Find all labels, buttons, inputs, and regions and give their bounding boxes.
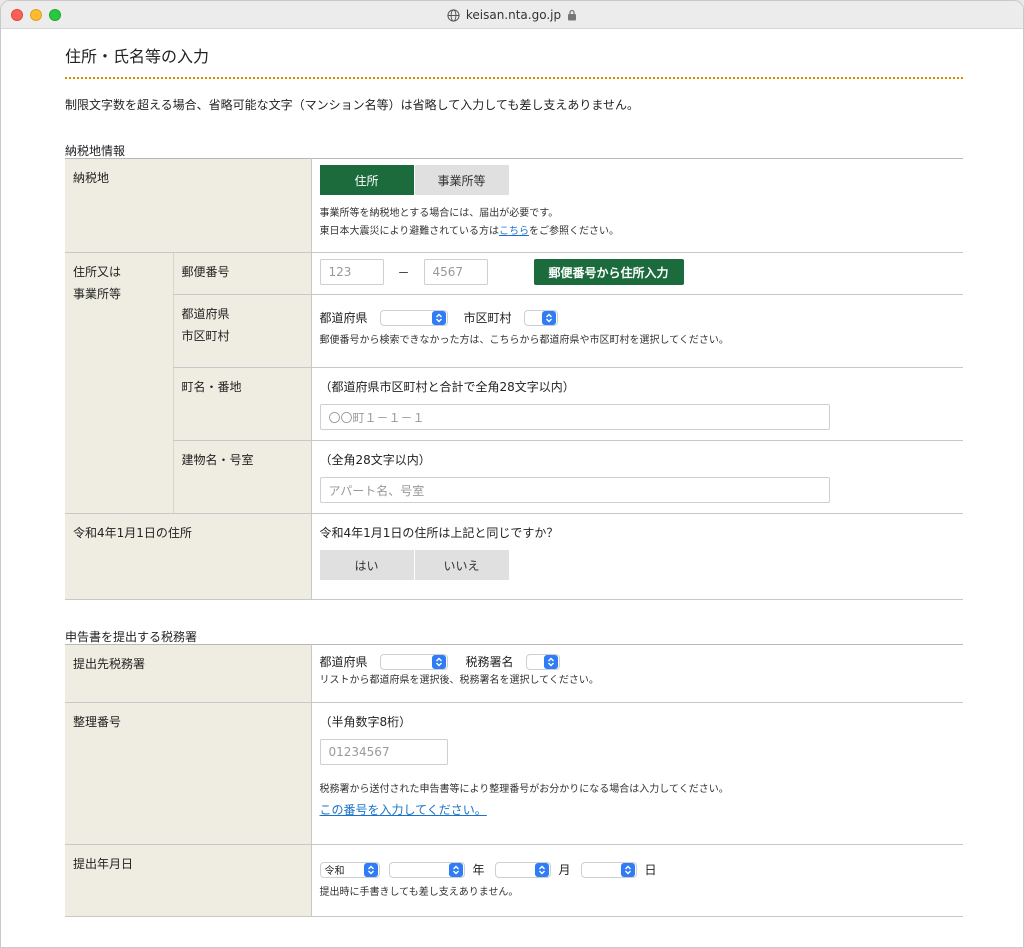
year-select[interactable] — [388, 861, 465, 878]
chevron-updown-icon — [543, 654, 558, 669]
day-select[interactable] — [580, 861, 637, 878]
office-name-label: 税務署名 — [465, 655, 514, 669]
office-name-select[interactable] — [525, 653, 560, 670]
postal-code-first-input[interactable]: 123 — [319, 259, 384, 285]
label-ref-no: 整理番号 — [65, 702, 311, 845]
city-select[interactable] — [523, 309, 558, 326]
ref-no-note: 税務署から送付された申告書等により整理番号がお分かりになる場合は入力してください… — [319, 784, 729, 795]
pref-select[interactable] — [379, 309, 448, 326]
notice-text: 制限文字数を超える場合、省略可能な文字（マンション名等）は省略して入力しても差し… — [65, 98, 639, 112]
pref-select-label: 都道府県 — [319, 311, 368, 325]
building-input[interactable]: アパート名、号室 — [319, 477, 830, 503]
no-button[interactable]: いいえ — [414, 550, 509, 580]
yes-button[interactable]: はい — [319, 550, 414, 580]
url-text: keisan.nta.go.jp — [465, 8, 562, 22]
city-select-label: 市区町村 — [463, 311, 512, 325]
page-title: 住所・氏名等の入力 — [65, 47, 210, 66]
year-unit: 年 — [472, 863, 485, 877]
prev-address-toggle: はい いいえ — [319, 550, 510, 580]
globe-icon — [447, 8, 460, 22]
era-select[interactable]: 令和 — [319, 861, 380, 878]
label-taxoffice: 提出先税務署 — [65, 644, 311, 703]
prev-address-question: 令和4年1月1日の住所は上記と同じですか？ — [319, 526, 559, 540]
month-unit: 月 — [558, 863, 571, 877]
chevron-updown-icon — [620, 862, 635, 877]
label-date: 提出年月日 — [65, 844, 311, 917]
chevron-updown-icon — [363, 862, 378, 877]
date-note: 提出時に手書きしても差し支えありません。 — [319, 887, 519, 898]
label-prefcity: 都道府県 市区町村 — [172, 294, 311, 368]
option-office-button[interactable]: 事業所等 — [414, 165, 509, 195]
lock-icon — [567, 9, 577, 21]
page-content: 住所・氏名等の入力 制限文字数を超える場合、省略可能な文字（マンション名等）は省… — [65, 29, 963, 917]
town-hint: （都道府県市区町村と合計で全角28文字以内） — [319, 380, 575, 394]
taxoffice-table: 提出先税務署 都道府県 税務署名 リストから都道府県を選択後、税務署名を選択して… — [65, 644, 963, 917]
ref-no-link[interactable]: この番号を入力してください。 — [320, 803, 487, 817]
postal-dash: － — [397, 265, 410, 280]
evacuee-note: 東日本大震災により避難されている方はこちらをご参照ください。 — [319, 226, 620, 237]
town-input[interactable]: 〇〇町１－１－１ — [319, 404, 830, 430]
browser-window: keisan.nta.go.jp 住所・氏名等の入力 制限文字数を超える場合、省… — [0, 0, 1024, 948]
chevron-updown-icon — [448, 862, 463, 877]
chevron-updown-icon — [431, 310, 446, 325]
month-select[interactable] — [494, 861, 551, 878]
title-divider — [65, 77, 963, 79]
office-pref-select[interactable] — [379, 653, 448, 670]
day-unit: 日 — [644, 863, 657, 877]
chevron-updown-icon — [431, 654, 446, 669]
building-hint: （全角28文字以内） — [319, 453, 431, 467]
section-label-taxoffice: 申告書を提出する税務署 — [65, 630, 198, 644]
ref-no-input[interactable]: 01234567 — [319, 739, 448, 765]
postal-code-second-input[interactable]: 4567 — [423, 259, 488, 285]
ref-no-hint: （半角数字8桁） — [319, 715, 412, 729]
office-pref-label: 都道府県 — [319, 655, 368, 669]
evacuee-link[interactable]: こちら — [499, 226, 529, 237]
title-bar: keisan.nta.go.jp — [1, 1, 1023, 29]
prefcity-note: 郵便番号から検索できなかった方は、こちらから都道府県や市区町村を選択してください… — [319, 335, 729, 346]
nouzeichi-toggle: 住所 事業所等 — [319, 165, 510, 195]
chevron-updown-icon — [541, 310, 556, 325]
label-address-group: 住所又は 事業所等 — [65, 252, 173, 514]
label-prev-address: 令和4年1月1日の住所 — [65, 513, 311, 600]
postal-lookup-button[interactable]: 郵便番号から住所入力 — [533, 259, 684, 285]
nouzeichi-note: 事業所等を納税地とする場合には、届出が必要です。 — [319, 208, 559, 219]
office-note: リストから都道府県を選択後、税務署名を選択してください。 — [319, 675, 599, 686]
option-address-button[interactable]: 住所 — [319, 165, 414, 195]
label-postal: 郵便番号 — [172, 252, 311, 295]
taxplace-table: 納税地 住所 事業所等 事業所等を納税地とする場合には、届出が必要です。 東日本… — [65, 158, 963, 600]
label-town: 町名・番地 — [172, 367, 311, 441]
chevron-updown-icon — [534, 862, 549, 877]
address-bar[interactable]: keisan.nta.go.jp — [1, 1, 1023, 29]
section-label-taxplace: 納税地情報 — [65, 144, 126, 158]
label-nouzeichi: 納税地 — [65, 158, 311, 253]
label-building: 建物名・号室 — [172, 440, 311, 514]
